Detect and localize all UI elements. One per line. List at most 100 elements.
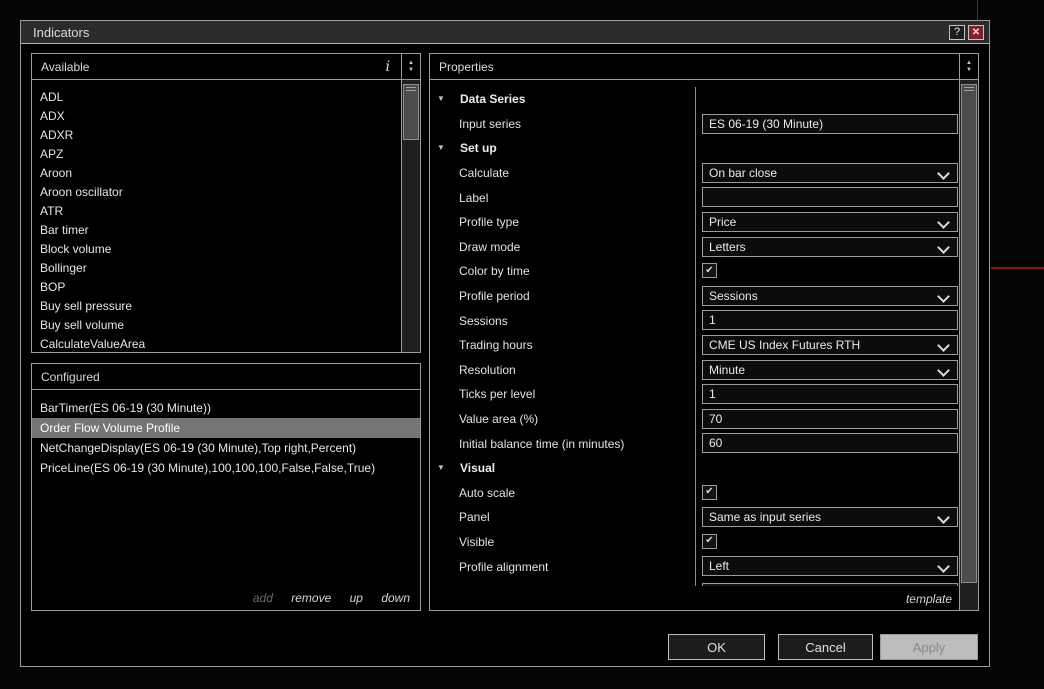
configured-indicator-list: BarTimer(ES 06-19 (30 Minute)) Order Flow… (32, 390, 420, 586)
property-row: Profile alignment Left (430, 554, 959, 579)
dropdown-value: Sessions (709, 288, 758, 303)
window-titlebar[interactable]: Indicators ? ✕ (21, 21, 989, 44)
dropdown-value: Letters (709, 239, 746, 254)
text-input-value: 70 (709, 411, 723, 426)
available-indicator-item[interactable]: Buy sell pressure (32, 297, 401, 316)
properties-scrollbar-thumb[interactable] (961, 84, 977, 583)
available-indicator-item[interactable]: ADXR (32, 126, 401, 145)
scroll-up-icon[interactable]: ▲ (408, 60, 414, 66)
property-row: Panel Same as input series (430, 505, 959, 530)
available-indicator-item[interactable]: Aroon (32, 164, 401, 183)
property-text-input[interactable]: 1 (702, 384, 958, 405)
available-indicator-item[interactable]: Buy sell volume (32, 316, 401, 335)
property-text-input[interactable]: 1 (702, 310, 958, 331)
property-label: Visible (459, 534, 495, 549)
available-indicator-item[interactable]: Block volume (32, 240, 401, 259)
section-collapse-icon[interactable]: ▼ (437, 463, 451, 473)
remove-action[interactable]: remove (291, 591, 331, 605)
scroll-up-icon[interactable]: ▲ (966, 60, 972, 66)
properties-header-label: Properties (439, 59, 494, 74)
property-label: Value area (%) (459, 412, 539, 427)
property-label: Auto scale (459, 485, 516, 500)
checkmark-icon: ✔ (705, 264, 714, 276)
chevron-down-icon (937, 560, 950, 574)
property-dropdown[interactable]: Sessions (702, 285, 958, 306)
property-checkbox[interactable]: ✔ (702, 533, 717, 549)
scroll-down-icon[interactable]: ▼ (408, 67, 414, 73)
properties-spinner: ▲ ▼ (960, 54, 978, 80)
available-header-label: Available (41, 59, 90, 74)
property-text-input[interactable] (702, 187, 958, 208)
scroll-down-icon[interactable]: ▼ (966, 67, 972, 73)
add-action[interactable]: add (253, 591, 273, 605)
section-collapse-icon[interactable]: ▼ (437, 94, 451, 104)
configured-indicator-item[interactable]: Order Flow Volume Profile (32, 418, 420, 438)
property-row: ▼ Set up (430, 136, 959, 161)
configured-indicator-item[interactable]: BarTimer(ES 06-19 (30 Minute)) (32, 398, 420, 418)
cancel-button[interactable]: Cancel (778, 634, 873, 660)
available-indicator-item[interactable]: BOP (32, 278, 401, 297)
property-text-input[interactable]: 70 (702, 408, 958, 429)
configured-indicator-item[interactable]: PriceLine(ES 06-19 (30 Minute),100,100,1… (32, 458, 420, 478)
property-text-input[interactable]: ES 06-19 (30 Minute) (702, 113, 958, 134)
available-indicator-item[interactable]: ATR (32, 202, 401, 221)
property-checkbox[interactable]: ✔ (702, 263, 717, 279)
property-row: ▼ Data Series (430, 87, 959, 112)
available-indicator-item[interactable]: ADX (32, 107, 401, 126)
chevron-down-icon (937, 363, 950, 377)
property-row: Ticks per level 1 (430, 382, 959, 407)
template-link[interactable]: template (906, 592, 952, 606)
property-dropdown[interactable]: CME US Index Futures RTH (702, 334, 958, 355)
property-row: Color by time ✔ (430, 259, 959, 284)
property-label: Color by time (459, 264, 530, 279)
property-checkbox[interactable]: ✔ (702, 484, 717, 500)
ok-button[interactable]: OK (668, 634, 765, 660)
available-indicator-item[interactable]: CalculateValueArea (32, 335, 401, 352)
available-indicator-item[interactable]: Bollinger (32, 259, 401, 278)
properties-scrollbar-track[interactable] (960, 80, 978, 610)
dropdown-value: Same as input series (709, 510, 822, 525)
dropdown-value: CME US Index Futures RTH (709, 337, 861, 352)
property-row: Draw mode Letters (430, 235, 959, 260)
text-input-value: 1 (709, 387, 716, 402)
configured-actions: add remove up down (32, 591, 410, 605)
available-scrollbar[interactable]: ▲ ▼ (401, 54, 420, 352)
info-icon[interactable]: i (386, 59, 392, 75)
property-dropdown[interactable]: Left (702, 556, 958, 577)
chevron-down-icon (937, 511, 950, 524)
configured-indicator-item[interactable]: NetChangeDisplay(ES 06-19 (30 Minute),To… (32, 438, 420, 458)
text-input-value: 60 (709, 436, 723, 451)
available-indicator-item[interactable]: Bar timer (32, 221, 401, 240)
property-text-input[interactable]: 60 (702, 433, 958, 454)
available-scrollbar-thumb[interactable] (403, 84, 419, 140)
chevron-down-icon (937, 216, 950, 229)
property-row (430, 579, 959, 586)
section-collapse-icon[interactable]: ▼ (437, 143, 451, 153)
move-up-action[interactable]: up (350, 591, 363, 605)
property-row: Auto scale ✔ (430, 481, 959, 506)
chart-crosshair-horizontal-line (991, 267, 1044, 269)
property-label: Resolution (459, 362, 516, 377)
move-down-action[interactable]: down (381, 591, 410, 605)
available-indicator-item[interactable]: Aroon oscillator (32, 183, 401, 202)
apply-button[interactable]: Apply (880, 634, 978, 660)
help-button[interactable]: ? (949, 24, 965, 40)
property-dropdown[interactable]: Letters (702, 236, 958, 257)
property-dropdown[interactable]: On bar close (702, 162, 958, 183)
close-button[interactable]: ✕ (968, 24, 984, 40)
property-dropdown[interactable]: Same as input series (702, 507, 958, 528)
available-indicator-item[interactable]: ADL (32, 88, 401, 107)
available-indicator-item[interactable]: APZ (32, 145, 401, 164)
property-label: Trading hours (459, 338, 533, 353)
property-dropdown[interactable]: Minute (702, 359, 958, 380)
section-label: Data Series (460, 92, 526, 107)
properties-panel-header: Properties (430, 54, 959, 80)
property-row: Visible ✔ (430, 530, 959, 555)
property-row: Profile type Price (430, 210, 959, 235)
configured-header-label: Configured (41, 369, 100, 384)
property-dropdown[interactable]: Price (702, 211, 958, 232)
property-label: Profile type (459, 215, 520, 230)
properties-scrollbar[interactable]: ▲ ▼ (959, 54, 978, 610)
available-scrollbar-track[interactable] (402, 80, 420, 352)
checkmark-icon: ✔ (705, 486, 714, 497)
